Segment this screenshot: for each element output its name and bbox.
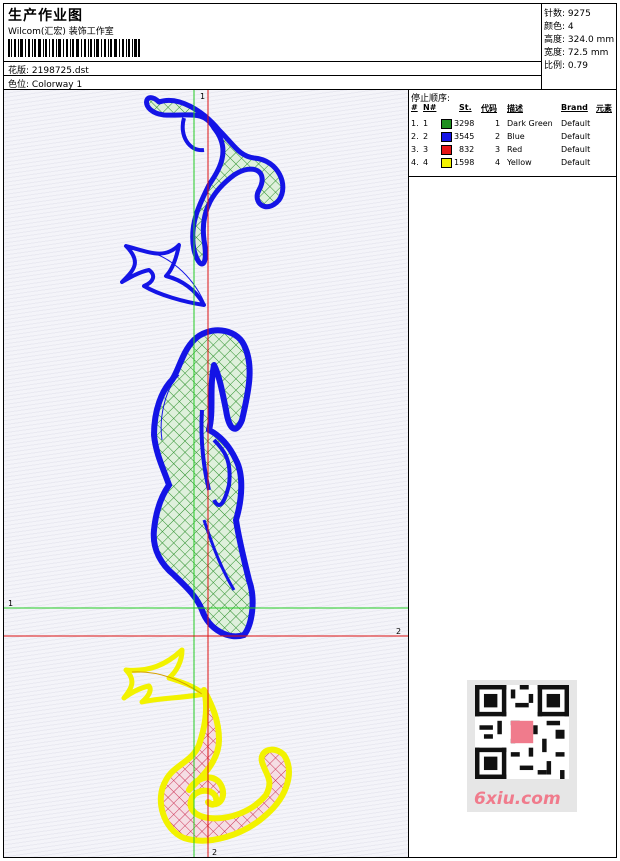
stat-colors: 颜色: 4: [544, 22, 574, 32]
color-swatch: [441, 158, 452, 168]
guide-marker-bottom: 2: [212, 848, 217, 857]
guide-marker-left: 1: [8, 599, 13, 608]
header: 生产作业图 Wilcom(汇宏) 装饰工作室 花版: 2198725.dst 色…: [4, 4, 616, 90]
divider: [4, 61, 541, 62]
company-name: Wilcom(汇宏) 装饰工作室: [8, 27, 114, 37]
colorway-value: Colorway 1: [31, 80, 83, 90]
stat-scale: 比例: 0.79: [544, 61, 588, 71]
col-stitches: St.: [459, 103, 472, 112]
divider: [4, 75, 541, 76]
colorway: 色位: Colorway 1: [8, 77, 82, 90]
color-swatch: [441, 145, 452, 155]
stop-sequence-panel: 停止顺序: # N# St. 代码 描述 Brand 元素 1. 1 3298 …: [409, 90, 616, 177]
table-row: 1. 1 3298 1 Dark Green Default: [411, 119, 591, 129]
table-row: 2. 2 3545 2 Blue Default: [411, 132, 591, 142]
embroidery-drawing: 1 1 2 2: [4, 90, 408, 857]
guide-marker-right: 2: [396, 627, 401, 636]
colorway-label: 色位:: [8, 80, 30, 90]
top-leaf-outline: [120, 243, 206, 307]
col-index: #: [411, 103, 418, 112]
color-swatch: [441, 119, 452, 129]
guide-marker-top: 1: [200, 92, 205, 101]
col-number: N#: [423, 103, 437, 112]
col-description: 描述: [507, 104, 523, 113]
stat-height: 高度: 324.0 mm: [544, 35, 615, 45]
barcode-image: [8, 39, 140, 57]
bottom-leaf-outline: [121, 647, 207, 705]
qr-code-image: [475, 685, 569, 779]
watermark-text: 6xiu.com: [474, 789, 561, 809]
table-row: 3. 3 832 3 Red Default: [411, 145, 591, 155]
top-scroll-motif: [144, 95, 286, 267]
col-element: 元素: [596, 104, 612, 113]
design-preview: 1 1 2 2: [4, 90, 409, 857]
flower-motif: [150, 327, 256, 640]
stat-stitches: 针数: 9275: [544, 9, 591, 19]
color-swatch: [441, 132, 452, 142]
col-brand: Brand: [561, 103, 588, 112]
col-code: 代码: [481, 104, 497, 113]
stat-width: 宽度: 72.5 mm: [544, 48, 609, 58]
table-row: 4. 4 1598 4 Yellow Default: [411, 158, 591, 168]
header-info: 生产作业图 Wilcom(汇宏) 装饰工作室 花版: 2198725.dst 色…: [4, 4, 542, 90]
bottom-scroll-motif: [157, 687, 292, 844]
design-stats: 针数: 9275 颜色: 4 高度: 324.0 mm 宽度: 72.5 mm …: [542, 4, 616, 89]
page-title: 生产作业图: [8, 8, 83, 24]
